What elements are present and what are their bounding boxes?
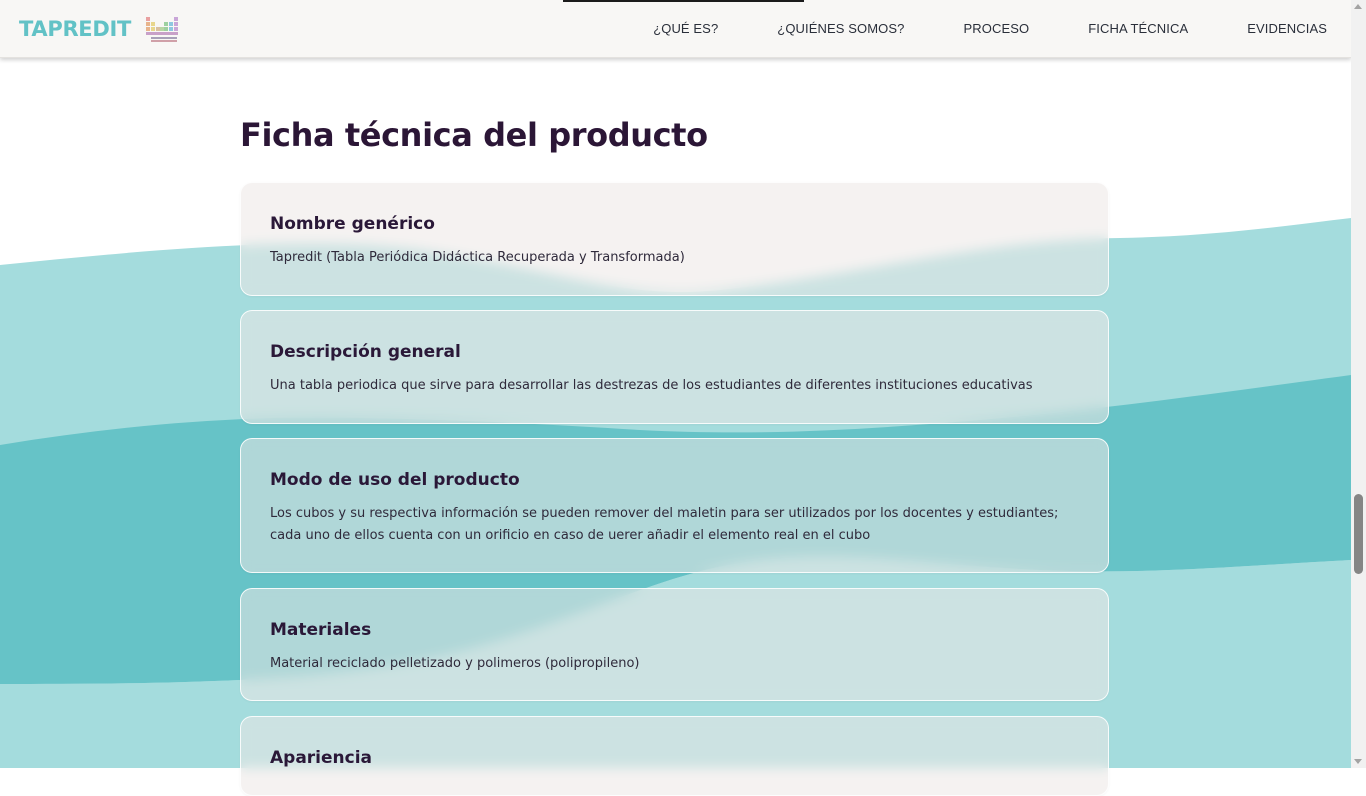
- card-text: Una tabla periodica que sirve para desar…: [270, 378, 1033, 393]
- nav-link-evidencias[interactable]: EVIDENCIAS: [1247, 21, 1327, 36]
- spec-card-descripcion-general: Descripción general Una tabla periodica …: [240, 310, 1109, 424]
- card-title: Nombre genérico: [270, 214, 435, 234]
- brand[interactable]: TAPREDIT: [19, 15, 179, 43]
- page-title: Ficha técnica del producto: [240, 116, 708, 154]
- card-text: Tapredit (Tabla Periódica Didáctica Recu…: [270, 250, 685, 265]
- nav-link-quienes-somos[interactable]: ¿QUIÉNES SOMOS?: [777, 21, 904, 36]
- scroll-down-arrow-icon[interactable]: [1354, 759, 1362, 764]
- periodic-table-icon: [146, 17, 179, 42]
- spec-card-modo-de-uso: Modo de uso del producto Los cubos y su …: [240, 438, 1109, 573]
- nav-links: ¿QUÉ ES? ¿QUIÉNES SOMOS? PROCESO FICHA T…: [594, 0, 1327, 57]
- nav-link-ficha-tecnica[interactable]: FICHA TÉCNICA: [1088, 21, 1188, 36]
- card-title: Modo de uso del producto: [270, 470, 520, 490]
- card-text: Material reciclado pelletizado y polimer…: [270, 656, 640, 671]
- scrollbar-thumb[interactable]: [1354, 494, 1363, 574]
- card-title: Apariencia: [270, 748, 373, 768]
- nav-link-proceso[interactable]: PROCESO: [964, 21, 1030, 36]
- spec-card-materiales: Materiales Material reciclado pelletizad…: [240, 588, 1109, 701]
- spec-card-nombre-generico: Nombre genérico Tapredit (Tabla Periódic…: [240, 182, 1109, 296]
- scroll-up-arrow-icon[interactable]: [1354, 4, 1362, 9]
- card-title: Materiales: [270, 620, 372, 640]
- spec-card-apariencia: Apariencia: [240, 716, 1109, 796]
- navbar: TAPREDIT ¿QUÉ ES? ¿QUIÉNES SOMOS? PROCES…: [0, 0, 1351, 58]
- brand-name[interactable]: TAPREDIT: [19, 17, 131, 41]
- card-title: Descripción general: [270, 342, 461, 362]
- nav-link-que-es[interactable]: ¿QUÉ ES?: [653, 21, 718, 36]
- card-text: Los cubos y su respectiva información se…: [270, 506, 1059, 543]
- scrollbar[interactable]: [1351, 0, 1366, 768]
- top-progress-line: [563, 0, 804, 2]
